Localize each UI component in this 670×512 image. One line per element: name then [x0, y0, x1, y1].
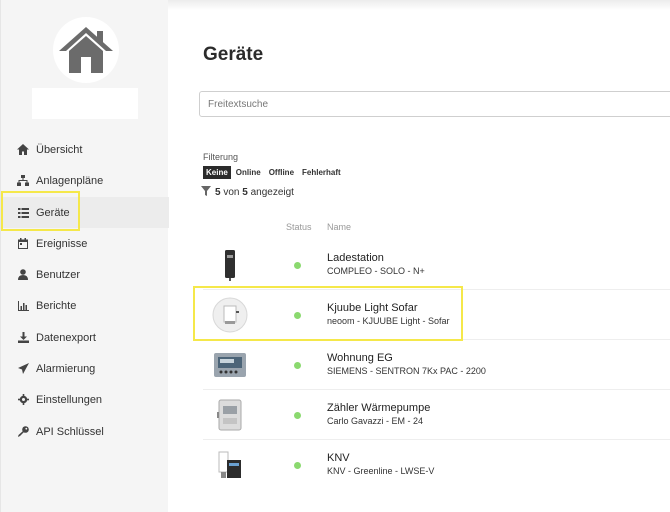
sidebar-item-label: Geräte [36, 206, 70, 219]
sidebar-item-datenexport[interactable]: Datenexport [1, 322, 169, 353]
device-row[interactable]: KNV KNV - Greenline - LWSE-V [203, 440, 670, 490]
sidebar-item-label: Übersicht [36, 143, 83, 156]
sidebar-item-einstellungen[interactable]: Einstellungen [1, 384, 169, 415]
device-name: Wohnung EG [327, 352, 393, 364]
sidebar-item-alarmierung[interactable]: Alarmierung [1, 353, 169, 384]
filter-chip-online[interactable]: Online [233, 166, 264, 179]
device-model: SIEMENS - SENTRON 7Kx PAC - 2200 [327, 366, 486, 376]
download-icon [17, 332, 29, 344]
sidebar-item-label: Datenexport [36, 331, 96, 344]
sidebar-item-label: Ereignisse [36, 237, 88, 250]
device-name: Zähler Wärmepumpe [327, 402, 431, 414]
filter-funnel-icon [201, 186, 211, 199]
sidebar-item-api-schluessel[interactable]: API Schlüssel [1, 416, 169, 447]
chart-icon [17, 300, 29, 312]
account-name-field [32, 88, 138, 119]
sidebar-item-geraete[interactable]: Geräte [1, 197, 169, 228]
sidebar-item-ereignisse[interactable]: Ereignisse [1, 228, 169, 259]
device-model: neoom - KJUUBE Light - Sofar [327, 316, 450, 326]
count-suffix: angezeigt [250, 187, 294, 198]
user-icon [17, 269, 29, 281]
logo[interactable] [53, 17, 119, 83]
battery-cube-image [211, 296, 249, 334]
device-name: Kjuube Light Sofar [327, 302, 418, 314]
filter-chip-offline[interactable]: Offline [266, 166, 297, 179]
gear-icon [17, 394, 29, 406]
device-model: KNV - Greenline - LWSE-V [327, 466, 435, 476]
status-indicator [294, 362, 301, 369]
filter-chip-fehlerhaft[interactable]: Fehlerhaft [299, 166, 344, 179]
sidebar-item-label: Benutzer [36, 268, 81, 281]
key-icon [17, 426, 29, 438]
page-title: Geräte [203, 44, 264, 65]
home-icon [17, 144, 29, 156]
send-icon [17, 363, 29, 375]
sidebar-item-uebersicht[interactable]: Übersicht [1, 134, 169, 165]
sidebar-item-anlagenplaene[interactable]: Anlagenpläne [1, 165, 169, 196]
sidebar-item-label: Alarmierung [36, 362, 96, 375]
status-indicator [294, 262, 301, 269]
sidebar-item-berichte[interactable]: Berichte [1, 290, 169, 321]
column-header-name[interactable]: Name [327, 222, 351, 232]
device-name: KNV [327, 452, 350, 464]
filter-label: Filterung [203, 152, 239, 162]
count-shown: 5 [215, 187, 221, 198]
device-model: COMPLEO - SOLO - N+ [327, 266, 425, 276]
calendar-icon [17, 238, 29, 250]
count-von: von [223, 187, 240, 198]
filter-chips: Keine Online Offline Fehlerhaft [203, 166, 344, 179]
sidebar-item-benutzer[interactable]: Benutzer [1, 259, 169, 290]
topbar [168, 0, 670, 10]
wallbox-image [211, 246, 249, 284]
device-row[interactable]: Kjuube Light Sofar neoom - KJUUBE Light … [203, 290, 670, 340]
sidebar-item-label: Berichte [36, 299, 77, 312]
meter-panel-image [211, 346, 249, 384]
device-row[interactable]: Wohnung EG SIEMENS - SENTRON 7Kx PAC - 2… [203, 340, 670, 390]
device-model: Carlo Gavazzi - EM - 24 [327, 416, 424, 426]
filter-chip-keine[interactable]: Keine [203, 166, 231, 179]
din-meter-image [211, 396, 249, 434]
status-indicator [294, 462, 301, 469]
column-header-status[interactable]: Status [286, 222, 312, 232]
status-indicator [294, 312, 301, 319]
device-name: Ladestation [327, 252, 384, 264]
sidebar-item-label: Einstellungen [36, 393, 103, 406]
heat-pump-image [211, 446, 249, 484]
device-row[interactable]: Ladestation COMPLEO - SOLO - N+ [203, 240, 670, 290]
sidebar-item-label: API Schlüssel [36, 425, 104, 438]
count-total: 5 [242, 187, 248, 198]
device-row[interactable]: Zähler Wärmepumpe Carlo Gavazzi - EM - 2… [203, 390, 670, 440]
sitemap-icon [17, 175, 29, 187]
sidebar: Übersicht Anlagenpläne Geräte Ereignisse… [0, 0, 169, 512]
status-indicator [294, 412, 301, 419]
result-count: 5 von 5 angezeigt [201, 186, 294, 199]
list-icon [17, 207, 29, 219]
sidebar-item-label: Anlagenpläne [36, 174, 104, 187]
search-input[interactable] [199, 91, 670, 117]
home-logo-icon [59, 27, 113, 73]
